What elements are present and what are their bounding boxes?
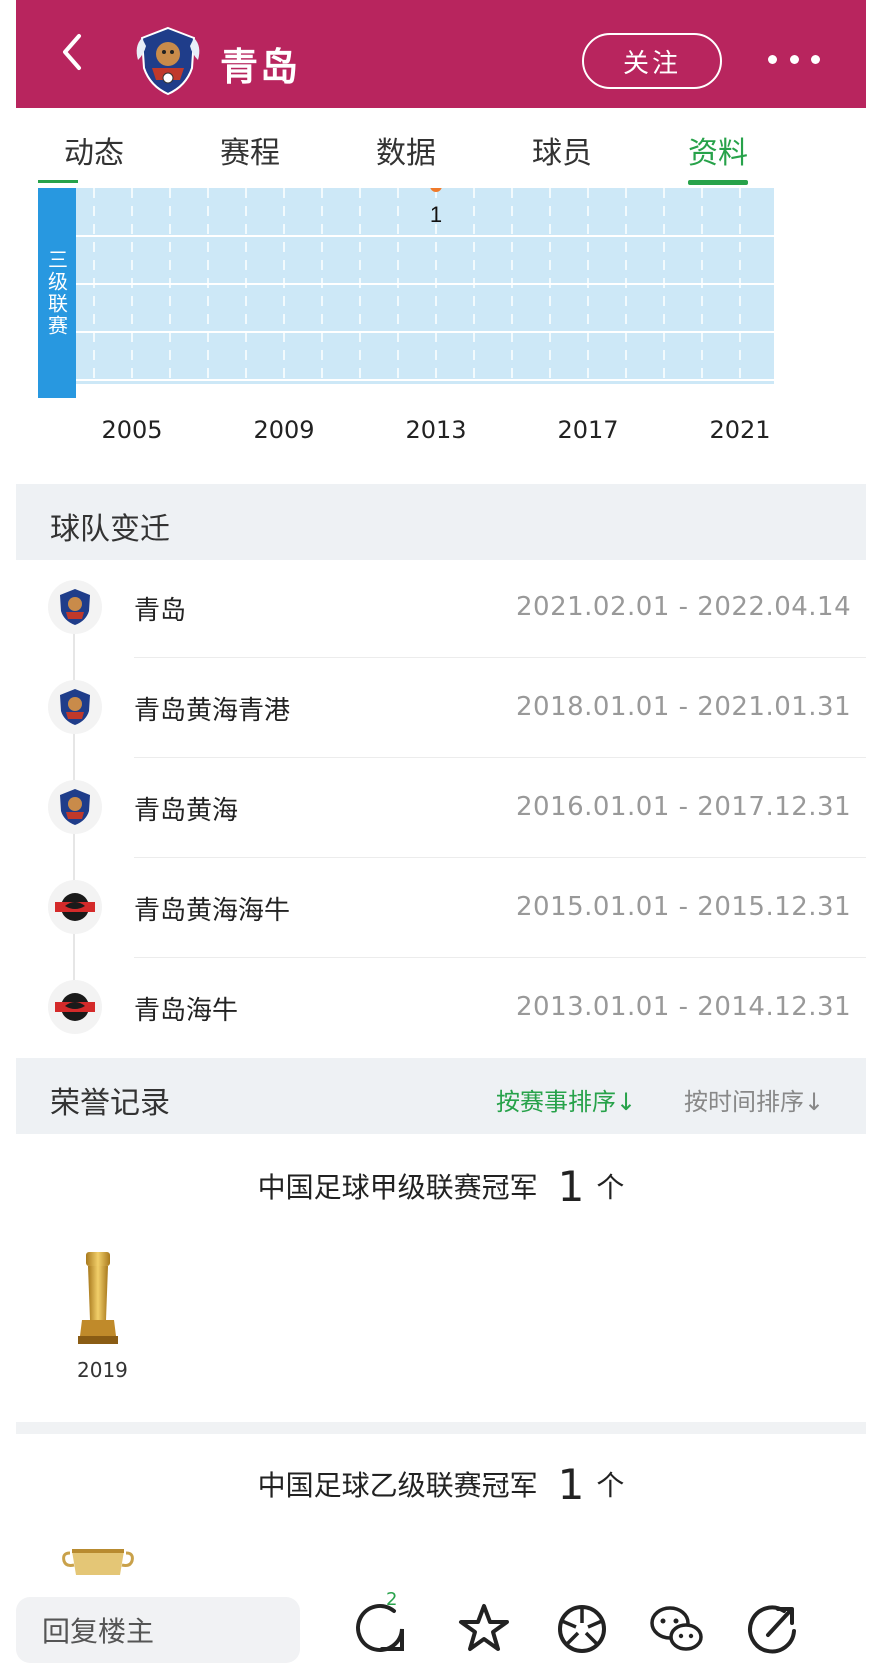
team-history-header: 球队变迁 bbox=[16, 484, 866, 560]
active-tab-indicator bbox=[688, 180, 748, 185]
tab-bar: 动态 赛程 数据 球员 资料 bbox=[16, 108, 866, 188]
history-item: 青岛海牛 2013.01.01 - 2014.12.31 bbox=[16, 958, 866, 1058]
history-item: 青岛黄海海牛 2015.01.01 - 2015.12.31 bbox=[16, 858, 866, 958]
more-dot-icon bbox=[768, 54, 777, 64]
history-date-range: 2016.01.01 - 2017.12.31 bbox=[516, 792, 852, 822]
x-tick-label: 2013 bbox=[405, 416, 467, 444]
more-options-button[interactable] bbox=[768, 46, 820, 72]
tab-profile[interactable]: 资料 bbox=[668, 128, 768, 172]
comments-button[interactable]: 2 bbox=[350, 1589, 410, 1659]
wechat-icon bbox=[650, 1606, 703, 1651]
x-tick-label: 2005 bbox=[101, 416, 163, 444]
team-logo-icon bbox=[48, 980, 102, 1034]
history-team-name: 青岛黄海 bbox=[134, 796, 239, 826]
history-item: 青岛黄海青港 2018.01.01 - 2021.01.31 bbox=[16, 658, 866, 758]
bottom-action-bar: 回复楼主 2 bbox=[16, 1585, 866, 1677]
team-history-list: 青岛 2021.02.01 - 2022.04.14 青岛黄海青港 2018.0… bbox=[16, 558, 866, 1058]
history-date-range: 2015.01.01 - 2015.12.31 bbox=[516, 892, 852, 922]
honors-header: 荣誉记录 按赛事排序↓ 按时间排序↓ bbox=[16, 1058, 866, 1134]
sort-by-competition-button[interactable]: 按赛事排序↓ bbox=[496, 1082, 636, 1117]
history-item: 青岛 2021.02.01 - 2022.04.14 bbox=[16, 558, 866, 658]
history-item: 青岛黄海 2016.01.01 - 2017.12.31 bbox=[16, 758, 866, 858]
star-icon bbox=[459, 1604, 509, 1651]
x-tick-label: 2009 bbox=[253, 416, 315, 444]
honor-name: 中国足球甲级联赛冠军 bbox=[257, 1171, 538, 1204]
chevron-left-icon bbox=[63, 34, 81, 70]
x-tick-label: 2017 bbox=[557, 416, 619, 444]
share-icon bbox=[748, 1605, 796, 1654]
history-team-name: 青岛海牛 bbox=[134, 996, 239, 1026]
x-tick-label: 2021 bbox=[709, 416, 771, 444]
tab-bar-edge-line bbox=[38, 180, 78, 183]
team-logo-icon bbox=[48, 880, 102, 934]
chart-plot: 1 bbox=[76, 188, 774, 384]
trophy-icon bbox=[60, 1545, 136, 1589]
history-team-name: 青岛黄海海牛 bbox=[134, 896, 291, 926]
team-logo bbox=[134, 24, 202, 96]
section-divider bbox=[16, 1422, 866, 1434]
honors-title: 荣誉记录 bbox=[50, 1086, 170, 1121]
moments-share-button[interactable] bbox=[552, 1599, 612, 1659]
sort-by-time-button[interactable]: 按时间排序↓ bbox=[684, 1082, 824, 1117]
honor-unit: 个 bbox=[596, 1171, 625, 1204]
honor-count: 1 bbox=[557, 1460, 585, 1509]
share-button[interactable] bbox=[742, 1599, 802, 1659]
back-button[interactable] bbox=[52, 30, 92, 74]
wechat-share-button[interactable] bbox=[646, 1599, 706, 1659]
honor-group-title: 中国足球乙级联赛冠军 1 个 bbox=[16, 1460, 866, 1509]
data-label: 1 bbox=[430, 202, 442, 227]
tab-schedule[interactable]: 赛程 bbox=[200, 128, 300, 172]
team-name: 青岛 bbox=[220, 45, 301, 89]
team-logo-icon bbox=[48, 780, 102, 834]
team-profile-page: 青岛 关注 动态 赛程 数据 球员 资料 1 三级联赛 2005 2009 2013… bbox=[16, 0, 866, 1677]
history-date-range: 2018.01.01 - 2021.01.31 bbox=[516, 692, 852, 722]
history-date-range: 2021.02.01 - 2022.04.14 bbox=[516, 592, 852, 622]
history-team-name: 青岛 bbox=[134, 596, 187, 626]
moments-icon bbox=[558, 1605, 606, 1653]
honor-name: 中国足球乙级联赛冠军 bbox=[257, 1469, 538, 1502]
more-dot-icon bbox=[811, 54, 820, 64]
league-level-chart: 1 三级联赛 2005 2009 2013 2017 2021 bbox=[16, 188, 866, 458]
history-team-name: 青岛黄海青港 bbox=[134, 696, 291, 726]
team-logo-icon bbox=[48, 680, 102, 734]
top-header: 青岛 关注 bbox=[16, 0, 866, 108]
comment-count-badge: 2 bbox=[386, 1589, 398, 1610]
tab-news[interactable]: 动态 bbox=[44, 128, 144, 172]
league-level-label: 三级联赛 bbox=[38, 188, 76, 398]
trophy-icon bbox=[76, 1250, 120, 1350]
honor-group-title: 中国足球甲级联赛冠军 1 个 bbox=[16, 1162, 866, 1211]
tab-players[interactable]: 球员 bbox=[512, 128, 612, 172]
history-date-range: 2013.01.01 - 2014.12.31 bbox=[516, 992, 852, 1022]
reply-input[interactable]: 回复楼主 bbox=[16, 1597, 300, 1663]
trophy-year: 2019 bbox=[77, 1358, 128, 1382]
team-history-title: 球队变迁 bbox=[50, 512, 170, 547]
honor-unit: 个 bbox=[596, 1469, 625, 1502]
honor-count: 1 bbox=[557, 1162, 585, 1211]
favorite-button[interactable] bbox=[454, 1599, 514, 1659]
tab-stats[interactable]: 数据 bbox=[356, 128, 456, 172]
team-logo-icon bbox=[48, 580, 102, 634]
more-dot-icon bbox=[789, 54, 799, 64]
follow-button[interactable]: 关注 bbox=[582, 33, 722, 89]
comment-icon bbox=[356, 1603, 404, 1652]
plot-background bbox=[76, 188, 774, 384]
